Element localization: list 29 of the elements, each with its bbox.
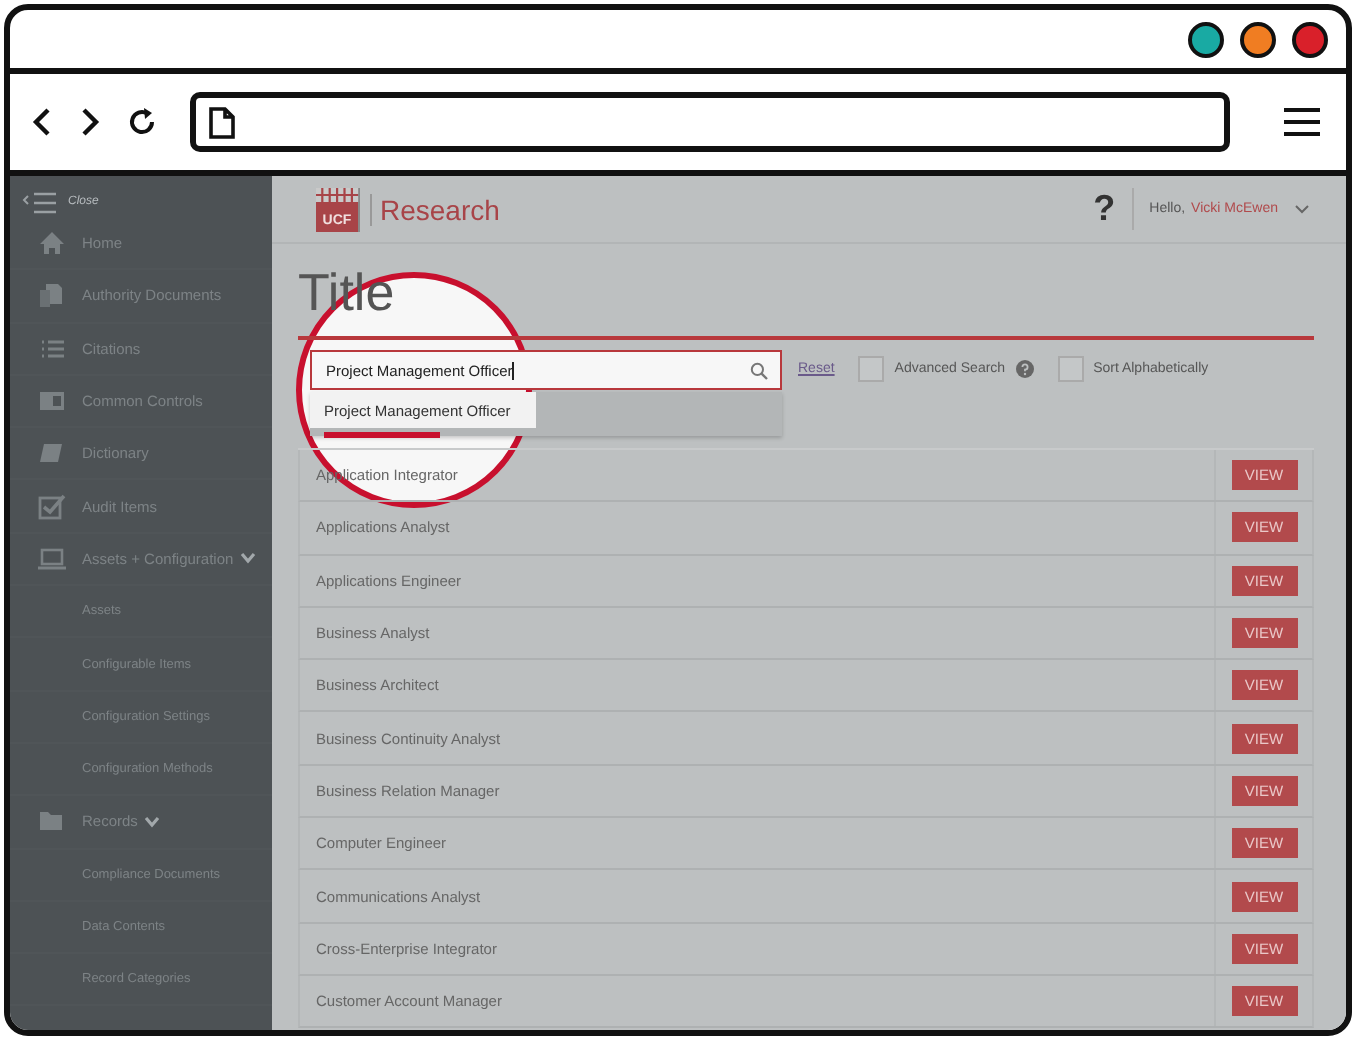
checkbox[interactable]	[858, 356, 885, 382]
folder-icon	[38, 808, 66, 835]
brand-name: Research	[370, 193, 500, 225]
chevron-icon	[143, 815, 160, 828]
address-bar[interactable]	[190, 92, 1230, 152]
highlight-bar	[324, 432, 440, 438]
checkbox[interactable]	[1057, 356, 1084, 382]
chevron-icon	[1294, 204, 1310, 214]
window-dot[interactable]	[1188, 21, 1224, 57]
laptop-icon	[38, 545, 66, 572]
help-icon[interactable]	[1015, 360, 1034, 378]
home-icon	[38, 230, 66, 257]
checkbox-icon	[38, 493, 66, 520]
forward-icon[interactable]	[78, 106, 102, 138]
window-dot[interactable]	[1292, 21, 1328, 57]
chevron-icon	[239, 552, 256, 565]
list-icon	[38, 335, 66, 362]
help-button[interactable]: ?	[1093, 188, 1134, 230]
panel-icon	[38, 388, 66, 415]
reload-icon[interactable]	[126, 106, 158, 138]
menu-icon[interactable]	[1282, 106, 1322, 138]
back-icon[interactable]	[30, 106, 54, 138]
page-icon	[208, 105, 236, 139]
search-icon	[750, 361, 768, 379]
menu-collapse-icon	[22, 191, 58, 213]
book-icon	[38, 440, 66, 467]
window-dot[interactable]	[1240, 21, 1276, 57]
documents-icon	[38, 282, 66, 309]
grid-icon	[315, 187, 359, 203]
